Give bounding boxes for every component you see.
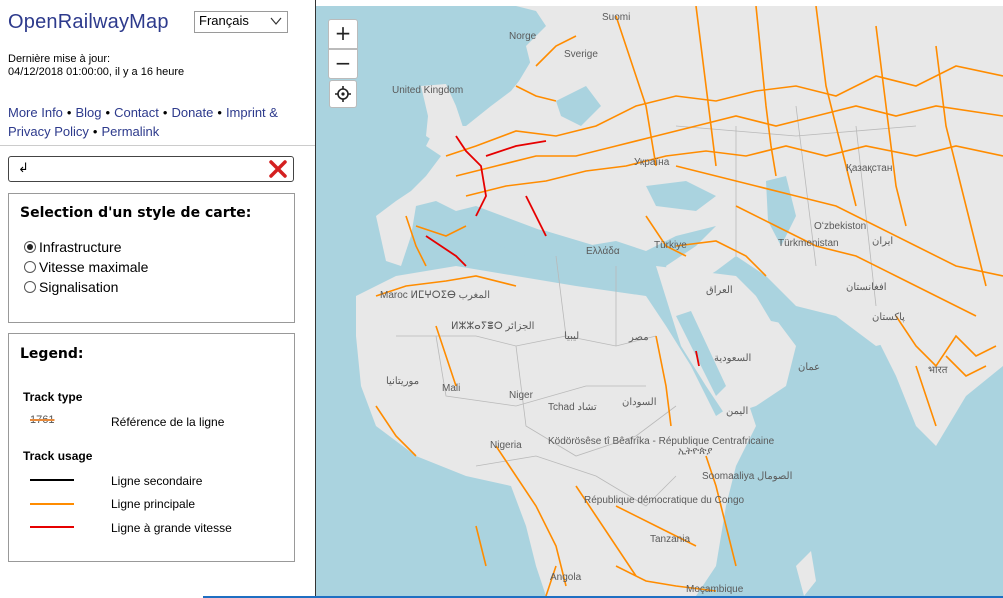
link-separator: • (92, 124, 98, 139)
divider (0, 145, 315, 146)
link-contact[interactable]: Contact (114, 105, 159, 120)
map-label: افغانستان (846, 282, 887, 293)
legend-swatch-secondary (30, 479, 74, 481)
link-privacy-policy[interactable]: Privacy Policy (8, 124, 89, 139)
map-label: République démocratique du Congo (584, 495, 744, 506)
legend-track-usage-heading: Track usage (23, 449, 93, 463)
zoom-out-button[interactable]: − (328, 49, 358, 79)
map-label: السودان (622, 397, 657, 408)
style-option-label: Infrastructure (39, 239, 122, 255)
last-update-label: Dernière mise à jour: (8, 53, 111, 65)
map-label: Ködörösêse tî Bêafrîka - République Cent… (548, 436, 774, 447)
map-label: Norge (509, 31, 537, 42)
radio-checked-icon[interactable] (24, 241, 36, 253)
map-label: Türkiye (654, 240, 687, 251)
map-label: Moçambique (686, 584, 744, 595)
map-label: ኢትዮጵያ (678, 446, 713, 457)
legend-track-type-heading: Track type (23, 390, 83, 404)
map-label: مصر (629, 332, 649, 343)
map-label: Қазақстан (846, 163, 893, 174)
search-input[interactable]: ↲ (8, 156, 294, 182)
style-option-signalling[interactable]: Signalisation (24, 279, 118, 297)
radio-unchecked-icon[interactable] (24, 281, 36, 293)
map-label: Maroc ⵍⵎⵖⵔⵉⴱ المغرب (380, 290, 490, 301)
link-more-info[interactable]: More Info (8, 105, 63, 120)
legend-swatch-main (30, 503, 74, 505)
map-label: Ελλάδα (586, 246, 620, 257)
map-label: United Kingdom (392, 85, 464, 96)
map-style-title: Selection d'un style de carte: (20, 205, 252, 221)
legend-swatch-highspeed (30, 526, 74, 528)
legend-label-secondary: Ligne secondaire (111, 474, 203, 488)
link-separator: • (162, 105, 168, 120)
map-label: Tchad تشاد (548, 402, 597, 413)
style-option-label: Signalisation (39, 279, 119, 295)
map-label: Nigeria (490, 440, 522, 451)
language-selected-value: Français (199, 13, 249, 28)
map-label: Sverige (564, 49, 598, 60)
map-label: السعودية (714, 353, 752, 364)
legend-line-reference-label: Référence de la ligne (111, 415, 225, 429)
map-label: Angola (550, 572, 582, 583)
link-separator: • (217, 105, 222, 120)
site-title[interactable]: OpenRailwayMap (8, 11, 169, 34)
map-label: ليبيا (564, 331, 580, 342)
map-style-panel: Selection d'un style de carte: Infrastru… (8, 193, 295, 323)
land-madagascar (796, 551, 816, 596)
legend-panel: Legend: Track type 1761 Référence de la … (8, 333, 295, 562)
map-label: Soomaaliya الصومال (702, 471, 793, 482)
sidebar: OpenRailwayMap Français Dernière mise à … (0, 0, 316, 598)
clear-search-icon[interactable] (268, 159, 288, 179)
legend-label-highspeed: Ligne à grande vitesse (111, 521, 232, 535)
legend-label-main: Ligne principale (111, 497, 196, 511)
last-update-value: 04/12/2018 01:00:00, il y a 16 heure (8, 66, 185, 78)
link-permalink[interactable]: Permalink (101, 124, 159, 139)
search-input-value: ↲ (18, 161, 29, 176)
legend-line-reference-sample: 1761 (30, 414, 55, 426)
map-label: عمان (798, 362, 821, 373)
style-option-label: Vitesse maximale (39, 259, 149, 275)
nav-links: More Info • Blog • Contact • Donate • Imprint & P… (8, 103, 312, 141)
map-label: भारत (928, 365, 948, 376)
link-donate[interactable]: Donate (171, 105, 213, 120)
map-label: اليمن (726, 406, 749, 417)
zoom-in-button[interactable]: + (328, 19, 358, 49)
map-label: ایران (872, 236, 894, 247)
legend-title: Legend: (20, 346, 84, 362)
locate-button[interactable] (329, 80, 357, 108)
style-option-max-speed[interactable]: Vitesse maximale (24, 259, 148, 277)
language-select[interactable]: Français (194, 11, 288, 33)
railway-map[interactable]: Suomi Norge Sverige United Kingdom Украї… (316, 6, 1003, 596)
map-label: Oʻzbekiston (814, 221, 867, 232)
link-blog[interactable]: Blog (75, 105, 101, 120)
radio-unchecked-icon[interactable] (24, 261, 36, 273)
map-label: پاکستان (872, 312, 905, 323)
style-option-infrastructure[interactable]: Infrastructure (24, 239, 121, 257)
map-label: Україна (634, 157, 670, 168)
map-label: Türkmenistan (778, 238, 839, 249)
last-update: Dernière mise à jour: 04/12/2018 01:00:0… (8, 53, 184, 79)
map-label: ⵍⵣⵣⴰⵢⴻⵔ الجزائر (451, 321, 534, 332)
link-separator: • (105, 105, 111, 120)
crosshair-icon (334, 86, 352, 107)
link-imprint[interactable]: Imprint & (226, 105, 278, 120)
map-label: Mali (442, 383, 461, 394)
chevron-down-icon (269, 14, 283, 31)
map-label: العراق (706, 285, 733, 296)
map-label: موريتانيا (386, 376, 420, 387)
map-label: Suomi (602, 12, 631, 23)
land-india (876, 306, 1003, 446)
link-separator: • (66, 105, 72, 120)
map-label: Niger (509, 390, 533, 401)
map-label: Tanzania (650, 534, 691, 545)
